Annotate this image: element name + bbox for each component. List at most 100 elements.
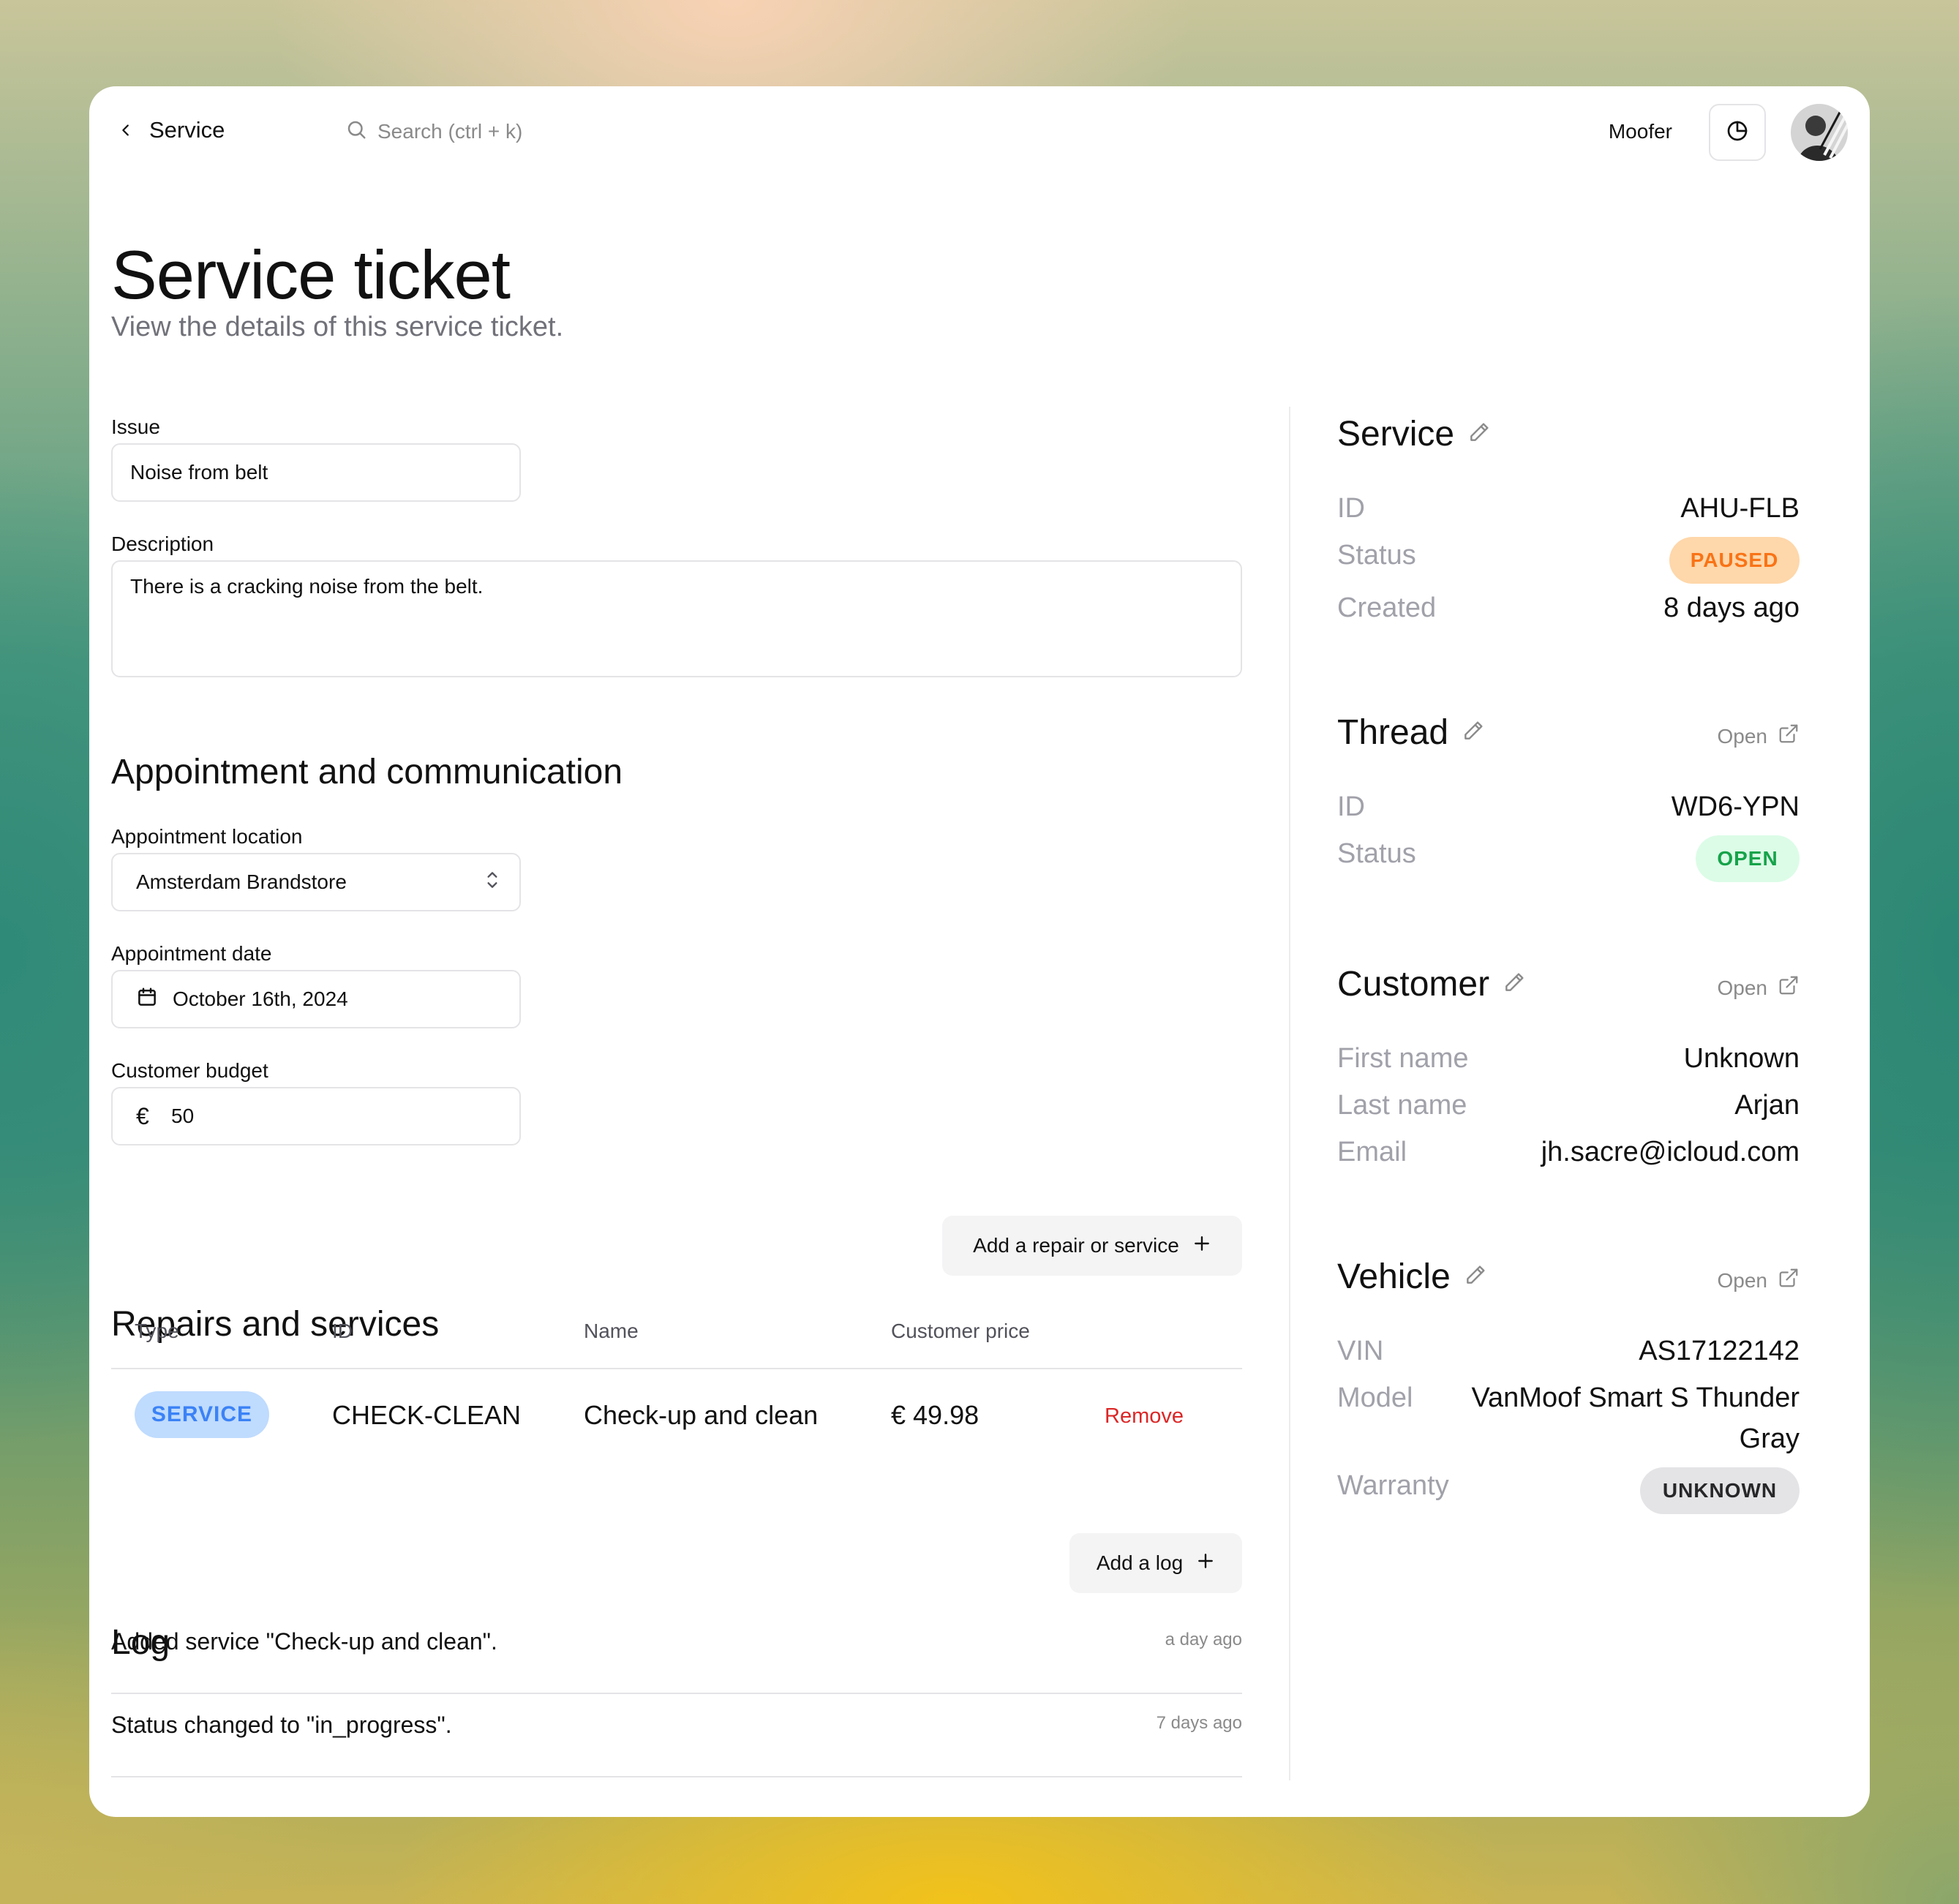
- pencil-icon[interactable]: [1503, 971, 1526, 998]
- model-value-line2: Gray: [1739, 1423, 1800, 1454]
- log-entry: Added service "Check-up and clean". a da…: [111, 1609, 1242, 1694]
- pencil-icon[interactable]: [1464, 1263, 1487, 1290]
- customer-open-link[interactable]: Open: [1718, 974, 1800, 1001]
- email-label: Email: [1337, 1137, 1407, 1167]
- customer-panel-title: Customer: [1337, 964, 1526, 1004]
- chevron-left-icon: [116, 120, 136, 140]
- location-label: Appointment location: [111, 825, 303, 848]
- avatar[interactable]: [1791, 104, 1848, 161]
- date-picker[interactable]: October 16th, 2024: [111, 970, 521, 1028]
- log-text: Status changed to "in_progress".: [111, 1712, 452, 1738]
- service-created-label: Created: [1337, 592, 1437, 623]
- vehicle-panel-title: Vehicle: [1337, 1257, 1487, 1297]
- top-bar: Service Search (ctrl + k) Moofer: [89, 86, 1870, 189]
- last-name-label: Last name: [1337, 1090, 1467, 1121]
- external-link-icon: [1778, 723, 1800, 750]
- pie-chart-icon: [1726, 119, 1749, 146]
- back-button[interactable]: Service: [116, 117, 225, 143]
- add-repair-label: Add a repair or service: [973, 1234, 1179, 1257]
- first-name-value: Unknown: [1683, 1043, 1800, 1074]
- thread-id-value: WD6-YPN: [1671, 791, 1800, 822]
- model-label: Model: [1337, 1382, 1413, 1413]
- location-value: Amsterdam Brandstore: [136, 870, 347, 893]
- model-value-line1: VanMoof Smart S Thunder: [1471, 1382, 1800, 1413]
- plus-icon: [1196, 1551, 1215, 1576]
- column-price: Customer price: [891, 1320, 1030, 1342]
- main-card: Service Search (ctrl + k) Moofer Service…: [89, 86, 1870, 1817]
- issue-label: Issue: [111, 415, 160, 438]
- calendar-icon: [136, 986, 158, 1013]
- issue-input[interactable]: Noise from belt: [111, 443, 521, 502]
- log-entry: Status changed to "in_progress". 7 days …: [111, 1693, 1242, 1777]
- service-status-label: Status: [1337, 540, 1416, 571]
- column-name: Name: [584, 1320, 639, 1342]
- log-text: Added service "Check-up and clean".: [111, 1628, 497, 1655]
- row-price: € 49.98: [891, 1400, 980, 1430]
- column-type: Type: [135, 1320, 179, 1342]
- service-id-label: ID: [1337, 493, 1365, 524]
- plus-icon: [1192, 1234, 1211, 1258]
- budget-input[interactable]: € 50: [111, 1087, 521, 1145]
- issue-value: Noise from belt: [130, 461, 268, 483]
- thread-panel-title-text: Thread: [1337, 713, 1449, 752]
- thread-open-link[interactable]: Open: [1718, 723, 1800, 750]
- vehicle-open-label: Open: [1717, 1268, 1768, 1292]
- vin-label: VIN: [1337, 1336, 1384, 1366]
- pencil-icon[interactable]: [1467, 421, 1491, 448]
- external-link-icon: [1778, 974, 1800, 1001]
- search-trigger[interactable]: Search (ctrl + k): [345, 118, 522, 144]
- log-time: a day ago: [1165, 1630, 1242, 1649]
- status-badge: OPEN: [1696, 835, 1800, 882]
- org-name[interactable]: Moofer: [1609, 120, 1672, 143]
- log-time: 7 days ago: [1156, 1713, 1242, 1733]
- row-id: CHECK-CLEAN: [332, 1400, 522, 1430]
- budget-value: 50: [171, 1105, 195, 1127]
- status-badge: PAUSED: [1669, 537, 1800, 584]
- thread-status-label: Status: [1337, 838, 1416, 869]
- chevron-updown-icon: [483, 869, 502, 896]
- service-panel-title: Service: [1337, 414, 1491, 454]
- status-badge: UNKNOWN: [1640, 1467, 1800, 1514]
- add-log-label: Add a log: [1096, 1551, 1184, 1574]
- budget-label: Customer budget: [111, 1059, 268, 1082]
- add-repair-button[interactable]: Add a repair or service: [942, 1216, 1242, 1276]
- remove-button[interactable]: Remove: [1105, 1404, 1184, 1429]
- first-name-label: First name: [1337, 1043, 1469, 1074]
- page-subtitle: View the details of this service ticket.: [111, 312, 564, 342]
- service-id-value: AHU-FLB: [1680, 493, 1800, 524]
- service-panel-title-text: Service: [1337, 415, 1455, 454]
- email-value: jh.sacre@icloud.com: [1541, 1137, 1800, 1167]
- back-label: Service: [149, 117, 225, 143]
- external-link-icon: [1778, 1267, 1800, 1294]
- description-textarea[interactable]: There is a cracking noise from the belt.: [111, 560, 1242, 677]
- euro-icon: €: [136, 1102, 149, 1129]
- vehicle-panel-title-text: Vehicle: [1337, 1257, 1451, 1296]
- thread-panel-title: Thread: [1337, 712, 1485, 753]
- date-value: October 16th, 2024: [173, 987, 348, 1010]
- service-created-value: 8 days ago: [1663, 592, 1800, 623]
- search-icon: [345, 118, 367, 144]
- thread-open-label: Open: [1717, 724, 1768, 748]
- last-name-value: Arjan: [1734, 1090, 1800, 1121]
- warranty-label: Warranty: [1337, 1470, 1449, 1501]
- date-label: Appointment date: [111, 942, 272, 965]
- type-badge: SERVICE: [135, 1391, 269, 1438]
- appointment-section-title: Appointment and communication: [111, 753, 623, 791]
- vin-value: AS17122142: [1639, 1336, 1800, 1366]
- add-log-button[interactable]: Add a log: [1069, 1533, 1242, 1593]
- location-select[interactable]: Amsterdam Brandstore: [111, 853, 521, 911]
- description-value: There is a cracking noise from the belt.: [130, 575, 484, 598]
- table-divider: [111, 1368, 1242, 1369]
- vehicle-open-link[interactable]: Open: [1718, 1267, 1800, 1294]
- page-title: Service ticket: [111, 236, 511, 313]
- thread-id-label: ID: [1337, 791, 1365, 822]
- column-id: ID: [332, 1320, 353, 1342]
- row-name: Check-up and clean: [584, 1400, 819, 1430]
- pencil-icon[interactable]: [1462, 719, 1485, 746]
- customer-open-label: Open: [1717, 976, 1768, 999]
- search-placeholder: Search (ctrl + k): [377, 119, 523, 143]
- customer-panel-title-text: Customer: [1337, 965, 1490, 1004]
- activity-button[interactable]: [1709, 104, 1766, 161]
- column-divider: [1289, 407, 1290, 1780]
- description-label: Description: [111, 533, 214, 555]
